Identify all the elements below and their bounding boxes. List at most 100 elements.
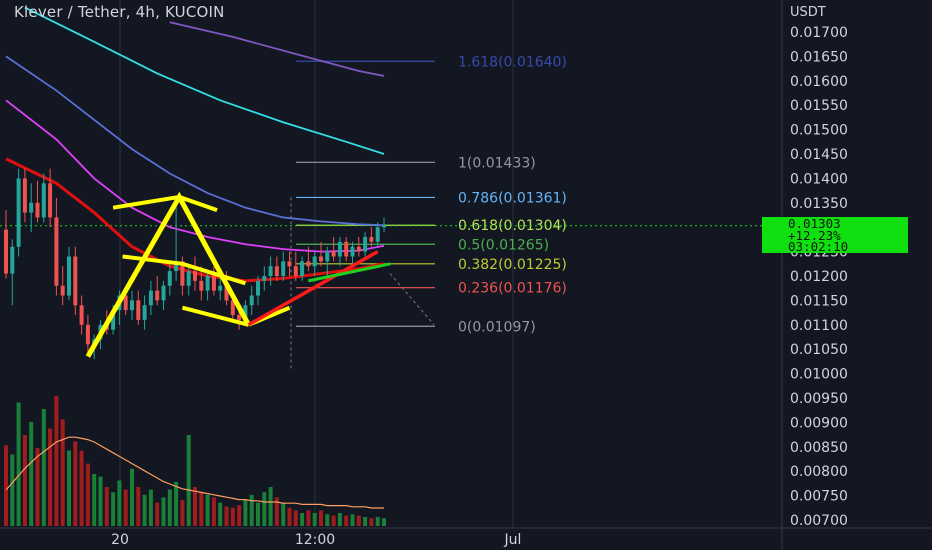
price-tick-label: 0.01600 bbox=[790, 74, 848, 90]
price-tick-label: 0.00950 bbox=[790, 391, 848, 407]
candle-body bbox=[218, 285, 223, 291]
candle-body bbox=[22, 178, 27, 213]
candle-body bbox=[148, 290, 153, 306]
candle-body bbox=[35, 202, 40, 218]
price-tick-label: 0.01700 bbox=[790, 25, 848, 41]
price-axis: USDT 0.01700 0.01650 0.01600 0.01550 0.01500 0… bbox=[790, 5, 848, 529]
volume-bar bbox=[363, 516, 368, 526]
volume-bar bbox=[218, 502, 223, 526]
bar-countdown: 03:02:10 bbox=[788, 239, 849, 254]
volume-bar bbox=[287, 507, 292, 526]
price-chart[interactable]: 1.618(0.01640) 1(0.01433) 0.786(0.01361) 0.… bbox=[0, 0, 932, 550]
price-tick-label: 0.00750 bbox=[790, 489, 848, 505]
volume-bar bbox=[237, 505, 242, 526]
price-tick-label: 0.01200 bbox=[790, 269, 848, 285]
volume-bar bbox=[48, 428, 53, 526]
candle-body bbox=[319, 256, 323, 262]
time-tick-label: 12:00 bbox=[295, 532, 335, 548]
volume-bar bbox=[130, 468, 134, 526]
volume-bar bbox=[117, 480, 122, 526]
candle-body bbox=[256, 280, 260, 296]
price-tick-label: 0.00900 bbox=[790, 415, 848, 431]
volume-bar bbox=[331, 515, 336, 526]
price-tick-label: 0.00700 bbox=[790, 513, 848, 529]
candle-body bbox=[79, 305, 84, 325]
volume-bar bbox=[29, 422, 34, 526]
volume-bar bbox=[382, 518, 386, 526]
candle-body bbox=[281, 261, 286, 276]
candle-body bbox=[136, 300, 141, 320]
volume-bar bbox=[73, 441, 78, 526]
candle-body bbox=[337, 241, 342, 257]
volume-bar bbox=[186, 435, 191, 526]
volume-bar bbox=[230, 507, 235, 526]
volume-bar bbox=[111, 492, 116, 526]
candle-body bbox=[350, 246, 355, 257]
time-axis: 20 12:00 Jul bbox=[111, 532, 521, 548]
price-tick-label: 0.01650 bbox=[790, 49, 848, 65]
volume-bar bbox=[306, 510, 311, 526]
candle-body bbox=[262, 276, 267, 281]
fib-level-label: 1.618(0.01640) bbox=[458, 54, 567, 70]
candle-body bbox=[186, 271, 191, 286]
candle-body bbox=[331, 251, 336, 257]
candle-body bbox=[300, 261, 305, 276]
volume-bar bbox=[67, 450, 71, 526]
fib-level-label: 0.236(0.01176) bbox=[458, 281, 567, 297]
volume-bar bbox=[54, 396, 59, 526]
volume-bar bbox=[325, 514, 330, 526]
moving-averages bbox=[5, 6, 385, 283]
volume-bar bbox=[262, 492, 267, 526]
volume-bar bbox=[148, 489, 153, 526]
fibonacci-retracement: 1.618(0.01640) 1(0.01433) 0.786(0.01361) 0.… bbox=[0, 54, 782, 369]
volume-bar bbox=[60, 419, 65, 526]
candle-body bbox=[85, 324, 90, 345]
volume-bar bbox=[167, 489, 172, 526]
candle-body bbox=[237, 315, 242, 320]
price-tick-label: 0.00850 bbox=[790, 440, 848, 456]
volume-bar bbox=[224, 506, 229, 526]
volume-bar bbox=[174, 481, 179, 526]
price-tick-label: 0.01450 bbox=[790, 147, 848, 163]
candle-body bbox=[287, 261, 292, 267]
volume-bar bbox=[92, 474, 97, 526]
fib-level-label: 0.618(0.01304) bbox=[458, 218, 567, 234]
fib-trend-line bbox=[389, 273, 435, 326]
candle-body bbox=[41, 183, 46, 218]
volume-bars bbox=[4, 396, 386, 526]
price-tick-label: 0.01500 bbox=[790, 123, 848, 139]
candle-body bbox=[73, 256, 78, 306]
fib-level-label: 0.382(0.01225) bbox=[458, 257, 567, 273]
volume-bar bbox=[123, 489, 128, 526]
candle-body bbox=[369, 236, 374, 242]
price-tick-label: 0.01550 bbox=[790, 98, 848, 114]
volume-bar bbox=[79, 450, 84, 526]
candle-body bbox=[382, 225, 386, 228]
moving-average-line bbox=[5, 55, 385, 227]
fib-level-label: 0.5(0.01265) bbox=[458, 237, 549, 253]
candle-body bbox=[325, 251, 330, 262]
volume-bar bbox=[375, 516, 380, 526]
axis-unit-label: USDT bbox=[790, 5, 826, 20]
pattern-drawings bbox=[85, 191, 391, 358]
price-tick-label: 0.01100 bbox=[790, 318, 848, 334]
candle-body bbox=[10, 246, 15, 274]
candle-body bbox=[293, 266, 298, 276]
volume-bar bbox=[4, 445, 8, 526]
volume-bar bbox=[16, 402, 21, 526]
volume-bar bbox=[211, 497, 216, 526]
volume-bar bbox=[35, 448, 40, 526]
volume-bar bbox=[243, 500, 248, 526]
volume-bar bbox=[142, 494, 147, 526]
candle-body bbox=[274, 266, 279, 276]
candle-body bbox=[356, 246, 361, 252]
volume-bar bbox=[369, 518, 374, 526]
candle-body bbox=[211, 276, 216, 291]
volume-bar bbox=[350, 514, 355, 526]
candle-body bbox=[306, 261, 311, 267]
candle-body bbox=[363, 236, 368, 252]
volume-bar bbox=[98, 476, 103, 526]
volume-bar bbox=[281, 502, 286, 526]
fib-level-label: 0.786(0.01361) bbox=[458, 190, 567, 206]
price-tick-label: 0.01400 bbox=[790, 171, 848, 187]
